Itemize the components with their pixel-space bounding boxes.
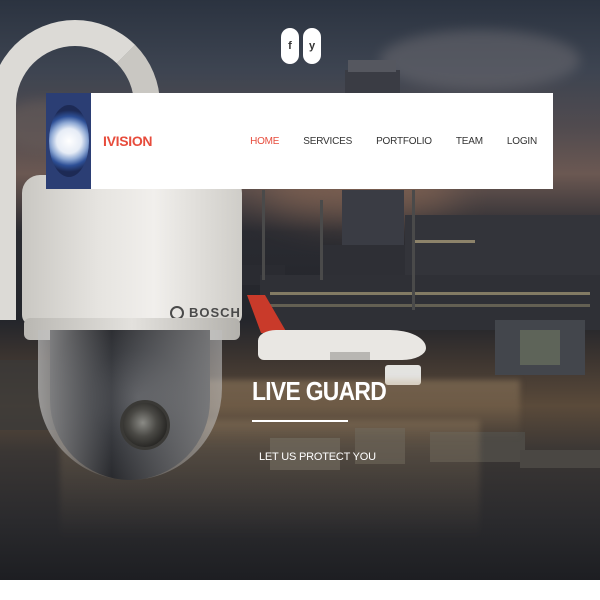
hero-subtitle: LET US PROTECT YOU	[259, 451, 376, 463]
camera-lens-icon	[49, 105, 89, 177]
nav-links: HOME SERVICES PORTFOLIO TEAM LOGIN	[250, 136, 537, 147]
page-bottom-band	[0, 580, 600, 600]
social-links: f y	[281, 28, 321, 64]
nav-login[interactable]: LOGIN	[507, 136, 537, 147]
brand-name[interactable]: IVISION	[103, 133, 153, 149]
camera-lens	[120, 400, 170, 450]
nav-portfolio[interactable]: PORTFOLIO	[376, 136, 432, 147]
facebook-icon[interactable]: f	[281, 28, 299, 64]
nav-home[interactable]: HOME	[250, 136, 279, 147]
nav-team[interactable]: TEAM	[456, 136, 483, 147]
nav-services[interactable]: SERVICES	[303, 136, 352, 147]
hero-title: LIVE GUARD	[252, 376, 387, 406]
camera-body	[22, 175, 242, 325]
logo[interactable]	[46, 93, 91, 189]
navbar: IVISION HOME SERVICES PORTFOLIO TEAM LOG…	[46, 93, 553, 189]
hero-divider	[252, 420, 348, 422]
twitter-icon[interactable]: y	[303, 28, 321, 64]
hero-background: BOSCH	[0, 0, 600, 580]
